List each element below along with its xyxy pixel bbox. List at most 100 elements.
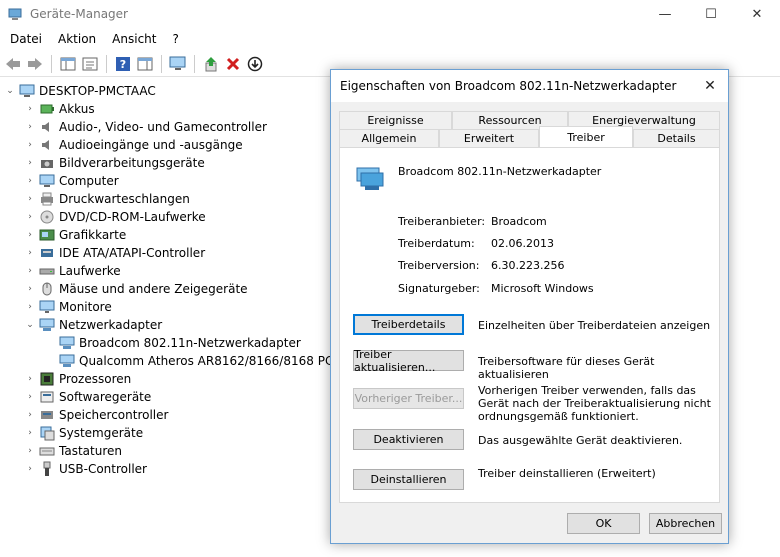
close-button[interactable]: ✕ [734, 0, 780, 29]
tree-item-audio-io[interactable]: › Audioeingänge und -ausgänge [24, 136, 242, 154]
expand-arrow-icon[interactable]: › [24, 464, 36, 474]
expand-arrow-icon[interactable]: › [24, 410, 36, 420]
ide-controller-icon [41, 249, 53, 257]
tree-item-label: Softwaregeräte [59, 390, 152, 404]
expand-arrow-icon[interactable]: › [24, 194, 36, 204]
tree-item-qualcomm[interactable]: Qualcomm Atheros AR8162/8166/8168 PCI-E … [44, 352, 360, 370]
expand-arrow-icon[interactable]: › [24, 302, 36, 312]
roll-back-driver-desc: Vorherigen Treiber verwenden, falls das … [478, 384, 711, 423]
ok-button[interactable]: OK [567, 513, 640, 534]
update-driver-button[interactable]: Treiber aktualisieren... [353, 348, 464, 374]
expand-arrow-icon[interactable]: › [24, 266, 36, 276]
tab-erweitert[interactable]: Erweitert [439, 129, 539, 147]
expand-arrow-icon[interactable]: › [24, 446, 36, 456]
printer-icon [41, 192, 53, 206]
network-adapter-icon [59, 354, 75, 367]
collapse-arrow-icon[interactable]: ⌄ [4, 86, 16, 96]
dialog-close-icon[interactable]: ✕ [700, 76, 720, 96]
minimize-button[interactable]: — [642, 0, 688, 29]
uninstall-icon[interactable] [223, 54, 243, 74]
driver-version-value: 6.30.223.256 [491, 259, 565, 272]
toolbar-separator [106, 55, 107, 73]
digital-signer-value: Microsoft Windows [491, 282, 594, 295]
tree-item-label: Monitore [59, 300, 112, 314]
tree-item-label: Systemgeräte [59, 426, 144, 440]
update-driver-desc: Treibersoftware für dieses Gerät aktuali… [478, 355, 655, 381]
menu-ansicht[interactable]: Ansicht [104, 29, 164, 51]
uninstall-device-button[interactable]: Deinstallieren [353, 469, 464, 490]
computer-icon [19, 84, 35, 97]
tree-item-ide[interactable]: › IDE ATA/ATAPI-Controller [24, 244, 205, 262]
menu-datei[interactable]: Datei [2, 29, 50, 51]
tree-item-drives[interactable]: › Laufwerke [24, 262, 121, 280]
cancel-button[interactable]: Abbrechen [649, 513, 722, 534]
expand-arrow-icon[interactable]: › [24, 158, 36, 168]
expand-arrow-icon[interactable]: › [24, 248, 36, 258]
tree-item-network-adapters[interactable]: ⌄ Netzwerkadapter [24, 316, 162, 334]
collapse-arrow-icon[interactable]: ⌄ [24, 320, 36, 330]
tree-item-mice[interactable]: › Mäuse und andere Zeigegeräte [24, 280, 247, 298]
menu-help[interactable]: ? [164, 29, 186, 51]
tree-item-graphics[interactable]: › Grafikkarte [24, 226, 126, 244]
keyboard-icon [39, 447, 55, 456]
tree-item-print-queues[interactable]: › Druckwarteschlangen [24, 190, 190, 208]
expand-arrow-icon[interactable]: › [24, 122, 36, 132]
battery-icon [40, 104, 54, 114]
forward-icon[interactable] [25, 54, 45, 74]
back-icon[interactable] [3, 54, 23, 74]
maximize-button[interactable]: ☐ [688, 0, 734, 29]
expand-arrow-icon[interactable]: › [24, 140, 36, 150]
computer-icon [39, 174, 55, 187]
expand-arrow-icon[interactable]: › [24, 212, 36, 222]
expand-arrow-icon[interactable]: › [24, 392, 36, 402]
action-pane-icon[interactable] [135, 54, 155, 74]
disable-device-button[interactable]: Deaktivieren [353, 429, 464, 450]
tree-item-label: Computer [59, 174, 119, 188]
tab-allgemein[interactable]: Allgemein [339, 129, 439, 147]
expand-arrow-icon[interactable]: › [24, 428, 36, 438]
tree-item-software-devices[interactable]: › Softwaregeräte [24, 388, 151, 406]
expand-arrow-icon[interactable]: › [24, 230, 36, 240]
tree-item-system-devices[interactable]: › Systemgeräte [24, 424, 143, 442]
tree-item-label: Speichercontroller [59, 408, 169, 422]
svg-text:?: ? [120, 58, 126, 71]
tree-item-dvd[interactable]: › DVD/CD-ROM-Laufwerke [24, 208, 205, 226]
menu-aktion[interactable]: Aktion [50, 29, 104, 51]
expand-arrow-icon[interactable]: › [24, 104, 36, 114]
device-manager-app-icon [8, 8, 22, 20]
tab-details[interactable]: Details [633, 129, 720, 147]
tree-item-keyboards[interactable]: › Tastaturen [24, 442, 122, 460]
tree-item-broadcom[interactable]: Broadcom 802.11n-Netzwerkadapter [44, 334, 301, 352]
roll-back-driver-button[interactable]: Vorheriger Treiber... [353, 388, 464, 409]
tab-ereignisse[interactable]: Ereignisse [339, 111, 452, 129]
tree-item-label: USB-Controller [59, 462, 147, 476]
expand-arrow-icon[interactable]: › [24, 374, 36, 384]
tree-item-storage-controllers[interactable]: › Speichercontroller [24, 406, 168, 424]
update-driver-icon[interactable] [201, 54, 221, 74]
tree-item-imaging[interactable]: › Bildverarbeitungsgeräte [24, 154, 205, 172]
tree-item-usb[interactable]: › USB-Controller [24, 460, 147, 478]
help-icon[interactable]: ? [113, 54, 133, 74]
expand-arrow-icon[interactable]: › [24, 176, 36, 186]
tree-root-label: DESKTOP-PMCTAAC [39, 84, 156, 98]
dialog-title-bar: Eigenschaften von Broadcom 802.11n-Netzw… [331, 70, 728, 102]
tree-item-label: Laufwerke [59, 264, 121, 278]
expand-arrow-icon[interactable]: › [24, 284, 36, 294]
tab-treiber[interactable]: Treiber [539, 126, 633, 147]
tree-root[interactable]: ⌄ DESKTOP-PMCTAAC [4, 82, 156, 100]
network-adapter-icon [39, 318, 55, 331]
show-hide-console-tree-icon[interactable] [58, 54, 78, 74]
tree-item-label: Tastaturen [59, 444, 122, 458]
driver-details-button[interactable]: Treiberdetails [353, 314, 464, 335]
tree-item-akkus[interactable]: › Akkus [24, 100, 95, 118]
scan-hardware-icon[interactable] [168, 54, 188, 74]
tree-item-monitors[interactable]: › Monitore [24, 298, 112, 316]
disable-icon[interactable] [245, 54, 265, 74]
tree-item-audio-video[interactable]: › Audio-, Video- und Gamecontroller [24, 118, 267, 136]
digital-signer-label: Signaturgeber: [398, 282, 480, 295]
properties-icon[interactable] [80, 54, 100, 74]
tree-item-label: Akkus [59, 102, 95, 116]
tree-item-processors[interactable]: › Prozessoren [24, 370, 131, 388]
driver-details-desc: Einzelheiten über Treiberdateien anzeige… [478, 319, 711, 332]
tree-item-computer[interactable]: › Computer [24, 172, 119, 190]
